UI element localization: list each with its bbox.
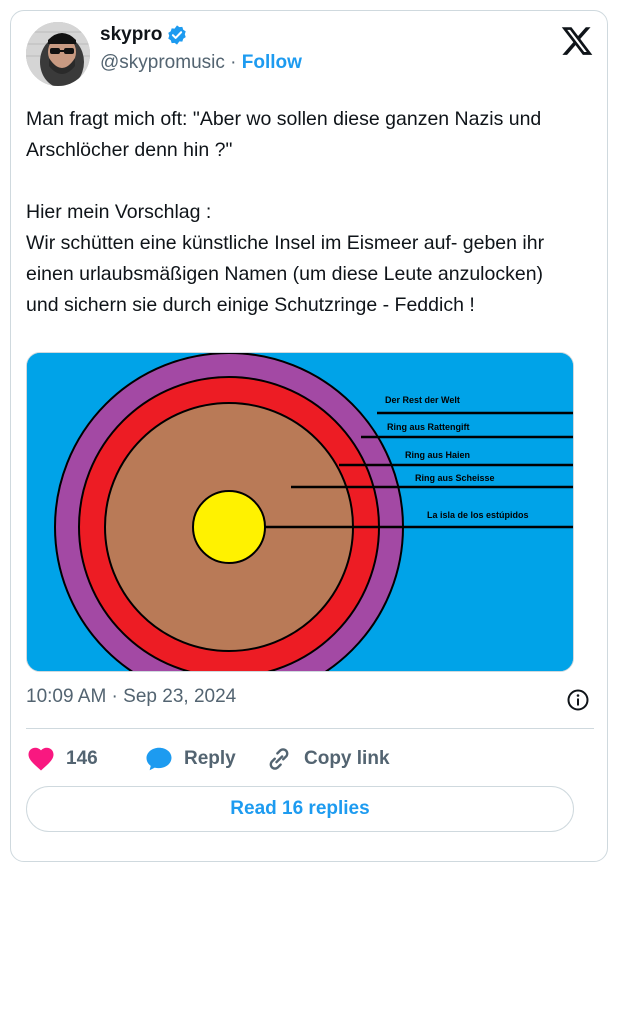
yellow-island [192, 490, 266, 564]
like-count: 146 [66, 748, 98, 769]
speech-bubble-icon [146, 747, 172, 771]
label-rat-poison: Ring aus Rattengift [387, 422, 470, 432]
read-replies-button[interactable]: Read 16 replies [26, 786, 574, 832]
author-name[interactable]: skypro [100, 24, 162, 46]
reply-label: Reply [184, 748, 236, 769]
link-icon [269, 748, 289, 770]
tweet-image[interactable]: Der Rest der Welt Ring aus Rattengift Ri… [26, 352, 574, 672]
label-sharks: Ring aus Haien [405, 450, 470, 460]
divider [26, 728, 594, 729]
verified-badge-icon [168, 25, 187, 45]
avatar[interactable] [26, 22, 90, 86]
reply-button[interactable]: Reply [144, 744, 264, 774]
copy-link-button[interactable]: Copy link [264, 744, 390, 774]
follow-button[interactable]: Follow [242, 52, 302, 73]
tweet-text: Man fragt mich oft: "Aber wo sollen dies… [26, 108, 545, 316]
label-island: La isla de los estúpidos [427, 510, 529, 520]
diagram-image: Der Rest der Welt Ring aus Rattengift Ri… [27, 353, 573, 671]
heart-icon [28, 747, 54, 771]
author-handle[interactable]: @skypromusic [100, 52, 225, 73]
info-icon[interactable] [566, 688, 590, 712]
label-world: Der Rest der Welt [385, 395, 460, 405]
like-button[interactable]: 146 [26, 744, 144, 774]
timestamp[interactable]: 10:09 AM · Sep 23, 2024 [26, 686, 236, 708]
copy-link-label: Copy link [304, 748, 390, 769]
label-shit: Ring aus Scheisse [415, 473, 495, 483]
x-logo-icon[interactable] [560, 24, 594, 58]
avatar-image [26, 22, 90, 86]
handle-separator: · [230, 52, 237, 73]
